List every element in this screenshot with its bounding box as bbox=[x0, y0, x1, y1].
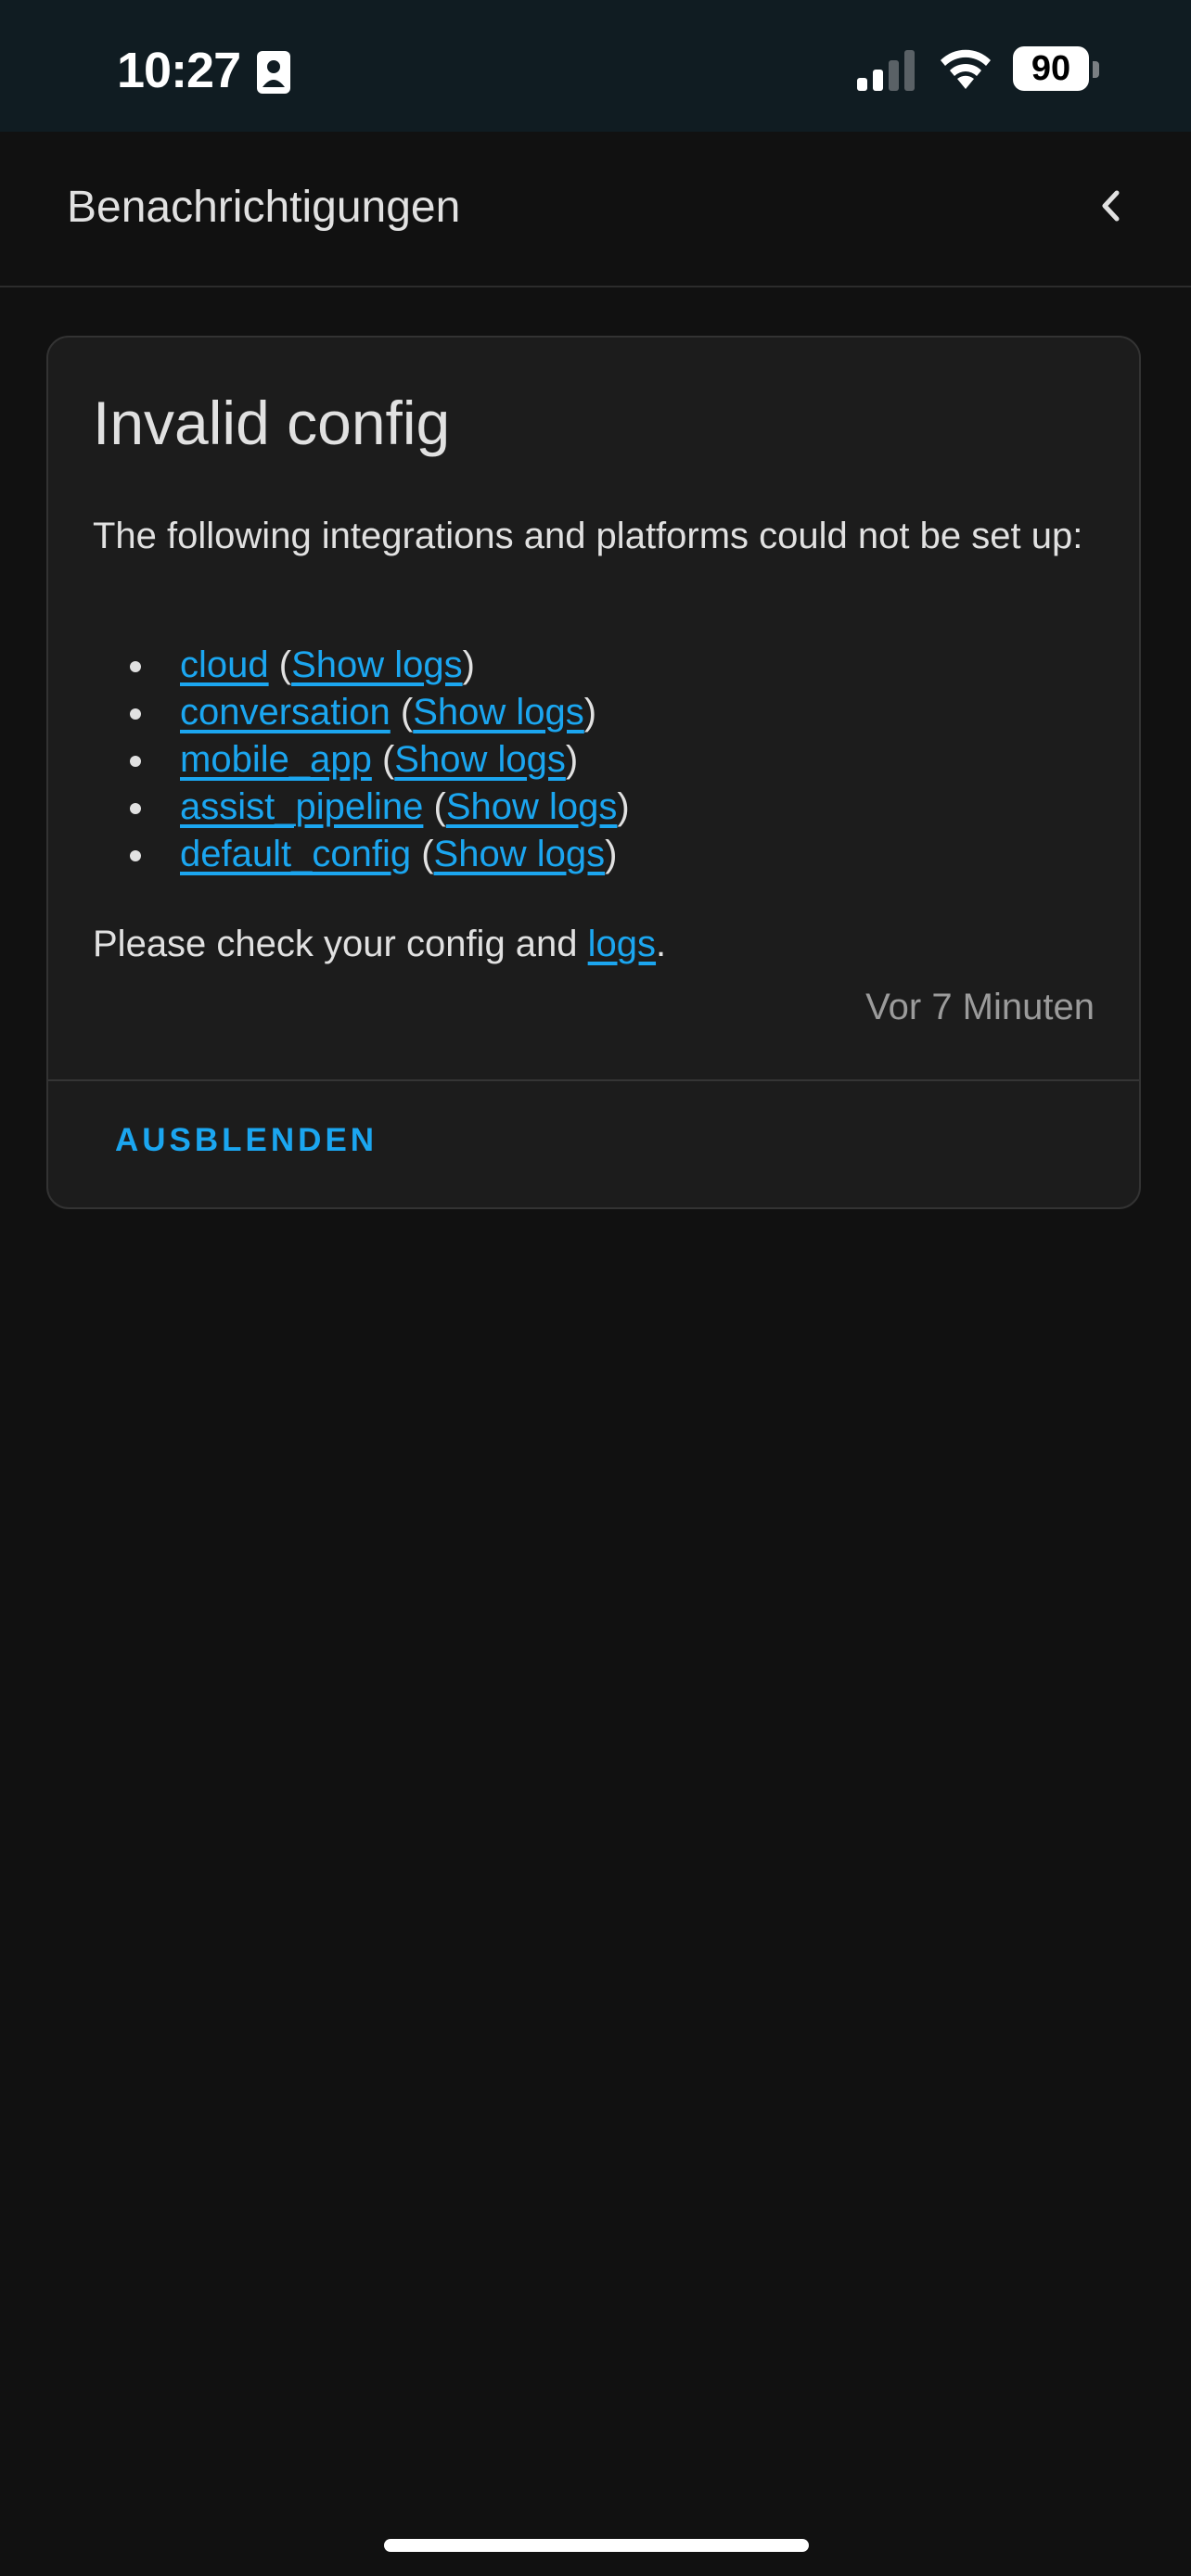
card-title: Invalid config bbox=[93, 389, 451, 457]
card-intro: The following integrations and platforms… bbox=[93, 516, 1083, 556]
home-indicator[interactable] bbox=[384, 2539, 809, 2552]
dismiss-button[interactable]: AUSBLENDEN bbox=[115, 1113, 378, 1168]
screen: 10:27 90 Benachrichtigungen Invalid conf… bbox=[0, 0, 1191, 2576]
footer-text: Please check your config and bbox=[93, 924, 588, 964]
list-item: assist_pipeline (Show logs) bbox=[158, 784, 630, 831]
notification-timestamp: Vor 7 Minuten bbox=[865, 987, 1095, 1027]
battery-indicator: 90 bbox=[1013, 46, 1102, 93]
show-logs-link[interactable]: Show logs bbox=[394, 739, 566, 780]
list-item: mobile_app (Show logs) bbox=[158, 736, 630, 784]
show-logs-link[interactable]: Show logs bbox=[446, 786, 618, 827]
integration-link[interactable]: mobile_app bbox=[180, 739, 372, 780]
card-divider bbox=[48, 1079, 1139, 1081]
integration-link[interactable]: assist_pipeline bbox=[180, 786, 423, 827]
show-logs-link[interactable]: Show logs bbox=[291, 644, 463, 685]
cellular-signal-icon bbox=[857, 50, 915, 91]
list-item: conversation (Show logs) bbox=[158, 689, 630, 736]
page-title: Benachrichtigungen bbox=[67, 183, 461, 232]
integration-list: cloud (Show logs) conversation (Show log… bbox=[93, 642, 630, 878]
footer-period: . bbox=[656, 924, 667, 964]
back-button[interactable] bbox=[1082, 176, 1141, 236]
contact-card-icon bbox=[257, 51, 290, 94]
integration-link[interactable]: cloud bbox=[180, 644, 269, 685]
app-header: Benachrichtigungen bbox=[0, 132, 1191, 287]
card-footer-text: Please check your config and logs. bbox=[93, 920, 666, 968]
wifi-icon bbox=[941, 49, 991, 89]
list-item: cloud (Show logs) bbox=[158, 642, 630, 689]
status-time: 10:27 bbox=[117, 43, 241, 98]
list-item: default_config (Show logs) bbox=[158, 831, 630, 878]
battery-level: 90 bbox=[1013, 46, 1089, 91]
show-logs-link[interactable]: Show logs bbox=[413, 692, 584, 733]
battery-tip bbox=[1093, 61, 1099, 78]
integration-link[interactable]: conversation bbox=[180, 692, 391, 733]
show-logs-link[interactable]: Show logs bbox=[434, 834, 606, 874]
status-bar: 10:27 90 bbox=[0, 0, 1191, 132]
chevron-left-icon bbox=[1102, 190, 1120, 222]
logs-link[interactable]: logs bbox=[588, 924, 656, 964]
integration-link[interactable]: default_config bbox=[180, 834, 411, 874]
notification-card: Invalid config The following integration… bbox=[46, 336, 1141, 1209]
